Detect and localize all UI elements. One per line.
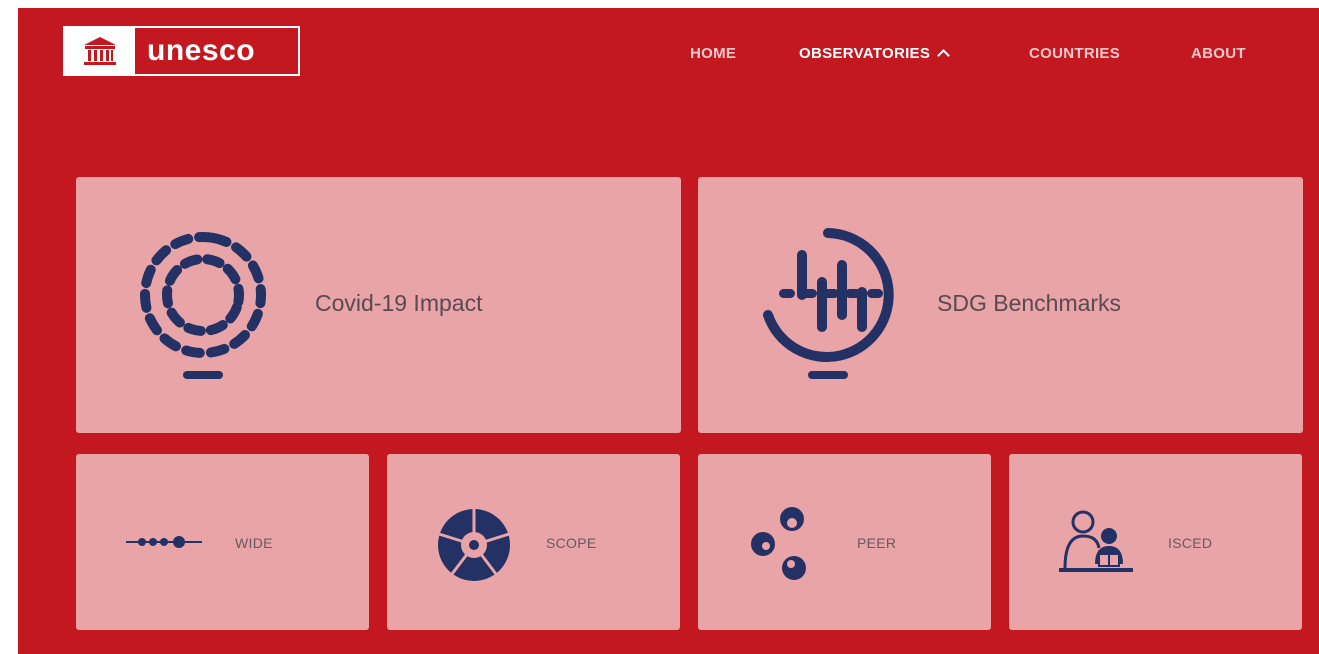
dotted-line-icon [126,536,202,548]
nav-observatories-label: OBSERVATORIES [799,44,931,62]
teacher-student-icon [1059,510,1133,572]
card-covid-impact[interactable]: Covid-19 Impact [76,177,681,433]
card-sdg-label: SDG Benchmarks [937,290,1122,316]
nav-observatories[interactable]: OBSERVATORIES [799,44,951,62]
page-frame: unesco HOME OBSERVATORIES COUNTRIES ABOU… [18,8,1319,654]
card-scope[interactable]: SCOPE [387,454,680,630]
card-scope-label: SCOPE [546,535,597,551]
card-isced-label: ISCED [1168,535,1213,551]
card-isced[interactable]: ISCED [1009,454,1302,630]
dotted-rings-icon [140,232,266,379]
card-wide-label: WIDE [235,535,273,551]
card-peer-label: PEER [857,535,897,551]
nav-about[interactable]: ABOUT [1191,45,1246,62]
circles-icon [751,507,806,580]
nav-countries[interactable]: COUNTRIES [1029,45,1120,62]
card-peer[interactable]: PEER [698,454,991,630]
main-nav: HOME OBSERVATORIES COUNTRIES ABOUT [18,38,1319,68]
aperture-icon [438,508,510,581]
card-sdg-benchmarks[interactable]: SDG Benchmarks [698,177,1303,433]
card-covid-label: Covid-19 Impact [315,290,483,316]
chevron-up-icon [937,48,951,62]
card-wide[interactable]: WIDE [76,454,369,630]
globe-bars-icon [763,228,894,379]
nav-home[interactable]: HOME [690,45,736,62]
